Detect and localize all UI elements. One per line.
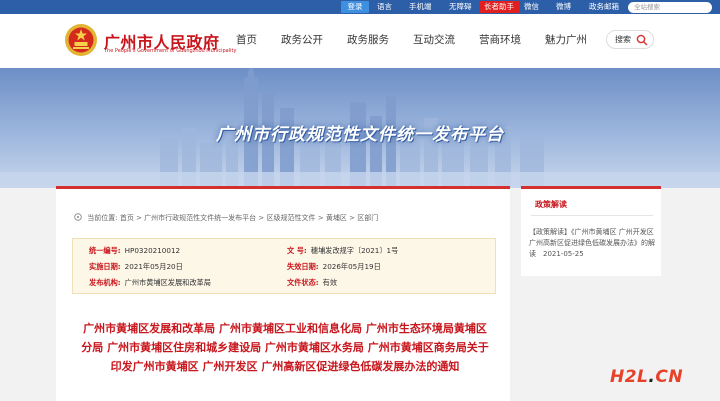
nav-item-gov-affairs[interactable]: 政务公开 — [281, 32, 323, 48]
info-status: 文件状态: 有效 — [287, 278, 337, 288]
main-content: 当前位置: 首页 > 广州市行政规范性文件统一发布平台 > 区级规范性文件 > … — [56, 186, 510, 401]
side-divider — [531, 215, 653, 216]
document-title: 广州市黄埔区发展和改革局 广州市黄埔区工业和信息化局 广州市生态环境局黄埔区分局… — [81, 322, 489, 373]
main-nav: 首页 政务公开 政务服务 互动交流 营商环境 魅力广州 — [236, 32, 611, 48]
h2l-watermark-logo: H2L.CN — [610, 367, 683, 387]
nav-item-home[interactable]: 首页 — [236, 32, 257, 48]
site-subtitle-en: The People's Government of Guangzhou Mun… — [104, 48, 237, 54]
login-button[interactable]: 登录 — [341, 1, 369, 13]
header-search-label: 搜索 — [615, 35, 631, 44]
document-info-box: 统一编号: HP0320210012 文 号: 穗埔发改规字〔2021〕1号 实施日… — [72, 238, 496, 294]
side-panel-heading: 政策解读 — [535, 200, 567, 209]
banner: 广州市行政规范性文件统一发布平台 — [0, 68, 720, 188]
banner-title: 广州市行政规范性文件统一发布平台 — [216, 125, 504, 145]
breadcrumb-item-home[interactable]: 首页 — [120, 214, 134, 222]
national-emblem-icon — [65, 24, 97, 56]
site-header: 广州市人民政府 The People's Government of Guang… — [0, 14, 720, 68]
breadcrumb-item-district[interactable]: 区级规范性文件 — [267, 214, 316, 222]
watermark-left: H2L — [610, 367, 649, 387]
breadcrumb: 当前位置: 首页 > 广州市行政规范性文件统一发布平台 > 区级规范性文件 > … — [74, 213, 378, 223]
top-utility-bar: 登录 语言 手机端 无障碍 长者助手 微信 微博 政务邮箱 全站搜索 — [0, 0, 720, 14]
info-date-label: 实施日期: — [89, 262, 121, 271]
breadcrumb-item-platform[interactable]: 广州市行政规范性文件统一发布平台 — [144, 214, 256, 222]
header-search-button[interactable]: 搜索 — [606, 30, 654, 49]
elder-mode-button[interactable]: 长者助手 — [479, 1, 519, 13]
info-org: 发布机构: 广州市黄埔区发展和改革局 — [89, 278, 211, 288]
nav-item-business[interactable]: 营商环境 — [479, 32, 521, 48]
nav-item-charm[interactable]: 魅力广州 — [545, 32, 587, 48]
site-search-input[interactable]: 全站搜索 — [628, 2, 712, 13]
mobile-link[interactable]: 手机端 — [409, 1, 432, 13]
info-docno-value: 穗埔发改规字〔2021〕1号 — [310, 246, 399, 255]
accessible-link[interactable]: 无障碍 — [449, 1, 472, 13]
info-status-value: 有效 — [322, 278, 338, 287]
info-expiry-value: 2026年05月19日 — [322, 262, 381, 271]
info-serial: 统一编号: HP0320210012 — [89, 246, 180, 256]
info-date: 实施日期: 2021年05月20日 — [89, 262, 183, 272]
info-org-value: 广州市黄埔区发展和改革局 — [124, 278, 211, 287]
nav-item-gov-service[interactable]: 政务服务 — [347, 32, 389, 48]
policy-interpretation-panel: 政策解读 【政策解读】《广州市黄埔区 广州开发区 广州高新区促进绿色低碳发展办法… — [521, 186, 661, 276]
language-link[interactable]: 语言 — [377, 1, 392, 13]
info-serial-label: 统一编号: — [89, 246, 121, 255]
breadcrumb-label: 当前位置: — [87, 214, 118, 222]
info-status-label: 文件状态: — [287, 278, 319, 287]
breadcrumb-separator: > — [349, 214, 355, 222]
nav-item-interaction[interactable]: 互动交流 — [413, 32, 455, 48]
info-date-value: 2021年05月20日 — [124, 262, 183, 271]
breadcrumb-item-dept[interactable]: 区部门 — [357, 214, 378, 222]
info-docno: 文 号: 穗埔发改规字〔2021〕1号 — [287, 246, 398, 256]
breadcrumb-item-huangpu[interactable]: 黄埔区 — [326, 214, 347, 222]
gov-mail-link[interactable]: 政务邮箱 — [589, 1, 619, 13]
info-serial-value: HP0320210012 — [124, 246, 181, 255]
info-expiry-label: 失效日期: — [287, 262, 319, 271]
breadcrumb-separator: > — [317, 214, 324, 222]
home-icon — [74, 213, 82, 221]
watermark-right: CN — [655, 367, 684, 387]
weibo-link[interactable]: 微博 — [556, 1, 571, 13]
policy-interpretation-link[interactable]: 【政策解读】《广州市黄埔区 广州开发区 广州高新区促进绿色低碳发展办法》的解读 … — [529, 227, 657, 260]
info-docno-label: 文 号: — [287, 246, 307, 255]
breadcrumb-separator: > — [136, 214, 142, 222]
wechat-link[interactable]: 微信 — [524, 1, 539, 13]
info-org-label: 发布机构: — [89, 278, 121, 287]
search-icon — [636, 34, 648, 46]
info-expiry: 失效日期: 2026年05月19日 — [287, 262, 381, 272]
breadcrumb-separator: > — [258, 214, 265, 222]
